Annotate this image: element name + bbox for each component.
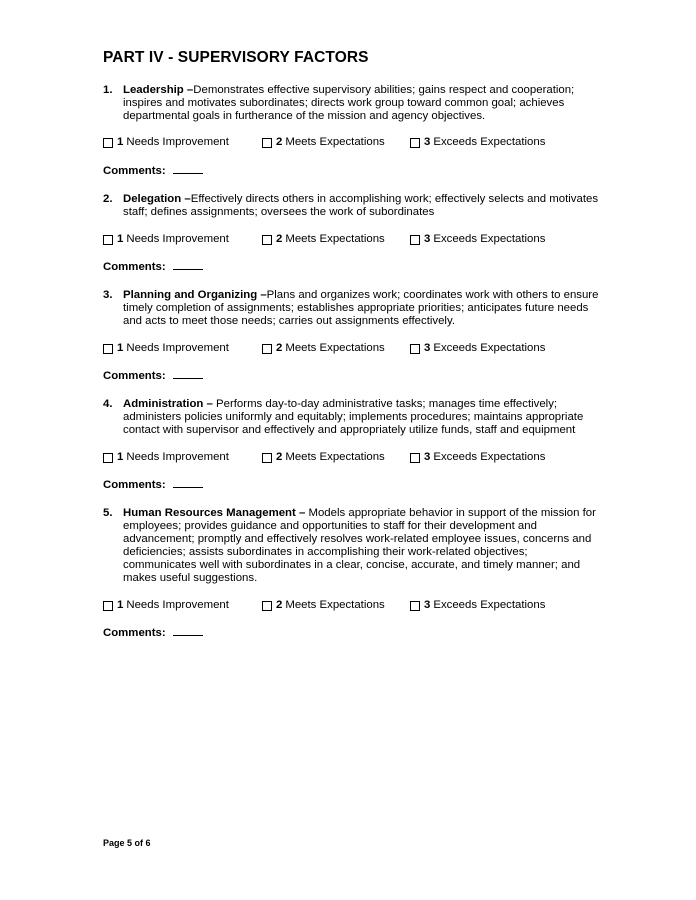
- checkbox[interactable]: [262, 344, 272, 354]
- checkbox[interactable]: [103, 344, 113, 354]
- rating-number: 2: [276, 599, 283, 611]
- checkbox[interactable]: [410, 235, 420, 245]
- rating-option-needs-improvement[interactable]: 1 Needs Improvement: [103, 451, 229, 464]
- rating-label: Needs Improvement: [126, 233, 229, 245]
- rating-number: 3: [424, 136, 431, 148]
- rating-label: Needs Improvement: [126, 599, 229, 611]
- rating-option-exceeds-expectations[interactable]: 3 Exceeds Expectations: [410, 599, 545, 612]
- rating-label: Meets Expectations: [285, 136, 385, 148]
- comments-label: Comments:: [103, 261, 166, 273]
- rating-option-meets-expectations[interactable]: 2 Meets Expectations: [262, 451, 385, 464]
- checkbox[interactable]: [410, 601, 420, 611]
- rating-label: Exceeds Expectations: [433, 342, 546, 354]
- rating-label: Meets Expectations: [285, 451, 385, 463]
- rating-number: 1: [117, 342, 124, 354]
- factor-item: 1. Leadership –Demonstrates effective su…: [103, 84, 603, 123]
- checkbox[interactable]: [410, 344, 420, 354]
- comments-field: Comments:: [103, 163, 203, 177]
- rating-number: 2: [276, 451, 283, 463]
- rating-option-meets-expectations[interactable]: 2 Meets Expectations: [262, 599, 385, 612]
- checkbox[interactable]: [262, 138, 272, 148]
- rating-option-meets-expectations[interactable]: 2 Meets Expectations: [262, 233, 385, 246]
- rating-option-exceeds-expectations[interactable]: 3 Exceeds Expectations: [410, 342, 545, 355]
- rating-label: Exceeds Expectations: [433, 599, 546, 611]
- rating-option-needs-improvement[interactable]: 1 Needs Improvement: [103, 233, 229, 246]
- checkbox[interactable]: [103, 601, 113, 611]
- rating-option-needs-improvement[interactable]: 1 Needs Improvement: [103, 342, 229, 355]
- checkbox[interactable]: [410, 453, 420, 463]
- rating-number: 1: [117, 451, 124, 463]
- factor-item: 3. Planning and Organizing –Plans and or…: [103, 289, 603, 328]
- factor-number: 1.: [103, 84, 113, 96]
- factor-number: 3.: [103, 289, 113, 301]
- rating-option-meets-expectations[interactable]: 2 Meets Expectations: [262, 136, 385, 149]
- page-number: Page 5 of 6: [103, 838, 151, 848]
- rating-label: Meets Expectations: [285, 599, 385, 611]
- checkbox[interactable]: [262, 453, 272, 463]
- rating-label: Exceeds Expectations: [433, 233, 546, 245]
- rating-number: 2: [276, 136, 283, 148]
- rating-label: Meets Expectations: [285, 233, 385, 245]
- rating-number: 1: [117, 233, 124, 245]
- rating-label: Exceeds Expectations: [433, 136, 546, 148]
- rating-number: 3: [424, 233, 431, 245]
- factor-heading: Planning and Organizing –: [123, 289, 267, 301]
- section-title: PART IV - SUPERVISORY FACTORS: [103, 49, 369, 66]
- document-page: PART IV - SUPERVISORY FACTORS 1. Leaders…: [0, 0, 696, 900]
- comments-field: Comments:: [103, 259, 203, 273]
- rating-option-meets-expectations[interactable]: 2 Meets Expectations: [262, 342, 385, 355]
- factor-description: Effectively directs others in accomplish…: [123, 193, 599, 219]
- checkbox[interactable]: [410, 138, 420, 148]
- rating-option-exceeds-expectations[interactable]: 3 Exceeds Expectations: [410, 233, 545, 246]
- rating-option-exceeds-expectations[interactable]: 3 Exceeds Expectations: [410, 136, 545, 149]
- rating-label: Needs Improvement: [126, 451, 229, 463]
- checkbox[interactable]: [262, 235, 272, 245]
- factor-heading: Administration –: [123, 398, 217, 410]
- rating-number: 2: [276, 233, 283, 245]
- factor-number: 5.: [103, 507, 113, 519]
- comments-blank[interactable]: [172, 368, 203, 379]
- comments-blank[interactable]: [172, 625, 203, 636]
- comments-label: Comments:: [103, 627, 166, 639]
- rating-number: 2: [276, 342, 283, 354]
- rating-label: Needs Improvement: [126, 342, 229, 354]
- checkbox[interactable]: [262, 601, 272, 611]
- factor-heading: Delegation –: [123, 193, 191, 205]
- rating-number: 1: [117, 136, 124, 148]
- checkbox[interactable]: [103, 453, 113, 463]
- factor-number: 4.: [103, 398, 113, 410]
- comments-field: Comments:: [103, 477, 203, 491]
- rating-number: 3: [424, 599, 431, 611]
- factor-item: 2. Delegation –Effectively directs other…: [103, 193, 603, 219]
- rating-option-needs-improvement[interactable]: 1 Needs Improvement: [103, 599, 229, 612]
- comments-blank[interactable]: [172, 163, 203, 174]
- rating-label: Exceeds Expectations: [433, 451, 546, 463]
- comments-field: Comments:: [103, 625, 203, 639]
- checkbox[interactable]: [103, 138, 113, 148]
- rating-number: 3: [424, 451, 431, 463]
- factor-number: 2.: [103, 193, 113, 205]
- comments-blank[interactable]: [172, 259, 203, 270]
- rating-number: 1: [117, 599, 124, 611]
- comments-label: Comments:: [103, 479, 166, 491]
- checkbox[interactable]: [103, 235, 113, 245]
- factor-item: 4. Administration – Performs day-to-day …: [103, 398, 603, 437]
- comments-field: Comments:: [103, 368, 203, 382]
- rating-label: Needs Improvement: [126, 136, 229, 148]
- rating-option-needs-improvement[interactable]: 1 Needs Improvement: [103, 136, 229, 149]
- comments-label: Comments:: [103, 370, 166, 382]
- rating-label: Meets Expectations: [285, 342, 385, 354]
- comments-label: Comments:: [103, 165, 166, 177]
- comments-blank[interactable]: [172, 477, 203, 488]
- factor-heading: Human Resources Management –: [123, 507, 309, 519]
- factor-heading: Leadership –: [123, 84, 194, 96]
- factor-item: 5. Human Resources Management – Models a…: [103, 507, 603, 586]
- rating-option-exceeds-expectations[interactable]: 3 Exceeds Expectations: [410, 451, 545, 464]
- rating-number: 3: [424, 342, 431, 354]
